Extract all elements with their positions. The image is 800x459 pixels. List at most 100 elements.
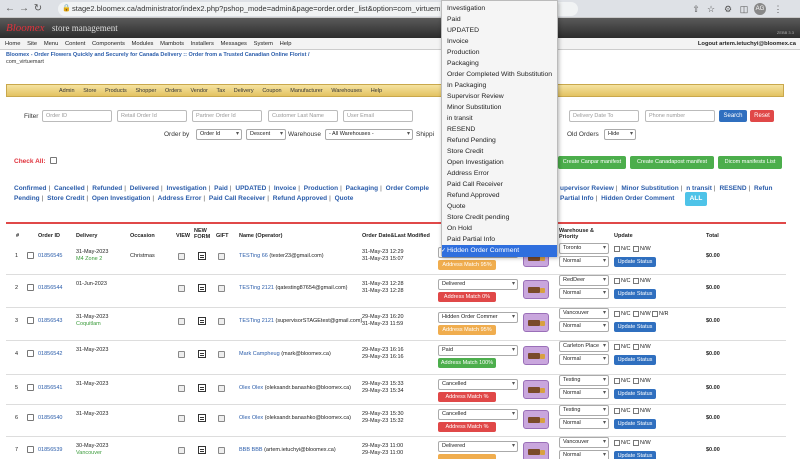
submenu-tax[interactable]: Tax	[217, 85, 226, 97]
forward-icon[interactable]: →	[18, 3, 30, 15]
row-order-id-link[interactable]: 01856540	[38, 415, 62, 421]
menu-mambots[interactable]: Mambots	[160, 38, 184, 50]
sidebar-icon[interactable]: ◫	[738, 3, 750, 15]
menu-messages[interactable]: Messages	[221, 38, 247, 50]
row-order-id-link[interactable]: 01856539	[38, 447, 62, 453]
row-status-select[interactable]: Cancelled	[438, 379, 518, 390]
nc-checkbox[interactable]	[614, 311, 620, 317]
submenu-delivery[interactable]: Delivery	[234, 85, 254, 97]
row-order-id-link[interactable]: 01856545	[38, 253, 62, 259]
nw-checkbox[interactable]	[633, 311, 639, 317]
row-customer-name[interactable]: TESTing 2121 (supervisorSTAGEtest@gmail.…	[239, 318, 362, 324]
delivery-date-to-input[interactable]: Delivery Date To	[569, 110, 639, 122]
status-link-order-completed[interactable]: Order Comple	[386, 185, 429, 192]
row-checkbox[interactable]	[27, 317, 34, 324]
update-status-button[interactable]: Update Status	[614, 389, 656, 399]
nc-checkbox[interactable]	[614, 246, 620, 252]
status-link-hidden-order-comment[interactable]: Hidden Order Comment	[601, 195, 674, 202]
share-icon[interactable]: ⇧	[690, 3, 702, 15]
nc-checkbox[interactable]	[614, 408, 620, 414]
nc-checkbox[interactable]	[614, 344, 620, 350]
extensions-icon[interactable]: ⚙	[722, 3, 734, 15]
user-email-input[interactable]: User Email	[343, 110, 413, 122]
row-customer-name[interactable]: TESTing 2121 (qatesting87654@gmail.com)	[239, 285, 347, 291]
status-link-cancelled[interactable]: Cancelled	[54, 185, 85, 192]
row-checkbox[interactable]	[27, 414, 34, 421]
new-form-icon[interactable]	[198, 317, 206, 325]
row-priority-select[interactable]: Normal	[559, 354, 609, 365]
row-status-select[interactable]: Paid	[438, 345, 518, 356]
row-order-id-link[interactable]: 01856541	[38, 385, 62, 391]
nc-checkbox[interactable]	[614, 278, 620, 284]
status-link-delivered[interactable]: Delivered	[130, 185, 159, 192]
row-status-select[interactable]: Delivered	[438, 441, 518, 452]
gift-icon[interactable]	[218, 385, 225, 392]
status-link-refund-approved[interactable]: Refund Approved	[273, 195, 327, 202]
row-checkbox[interactable]	[27, 384, 34, 391]
menu-installers[interactable]: Installers	[191, 38, 214, 50]
avatar[interactable]: AG	[754, 3, 766, 15]
delivery-truck-icon[interactable]	[523, 346, 549, 365]
row-customer-name[interactable]: TESTing 66 (tester23@gmail.com)	[239, 253, 324, 259]
row-status-select[interactable]: Cancelled	[438, 409, 518, 420]
row-order-id-link[interactable]: 01856543	[38, 318, 62, 324]
status-link-resend[interactable]: RESEND	[719, 185, 746, 192]
row-checkbox[interactable]	[27, 284, 34, 291]
status-dropdown-list[interactable]: Investigation Paid UPDATED Invoice Productio…	[441, 0, 558, 257]
row-priority-select[interactable]: Normal	[559, 388, 609, 399]
gift-icon[interactable]	[218, 318, 225, 325]
status-link-refund[interactable]: Refun	[754, 185, 772, 192]
status-link-pending[interactable]: Pending	[14, 195, 40, 202]
dropdown-option[interactable]: Hidden Order Comment	[441, 245, 557, 257]
status-link-paid[interactable]: Paid	[214, 185, 228, 192]
nw-checkbox[interactable]	[633, 246, 639, 252]
warehouse-select[interactable]: - All Warehouses -	[325, 129, 413, 140]
orderby-dir-select[interactable]: Descent	[246, 129, 286, 140]
view-icon[interactable]	[178, 385, 185, 392]
new-form-icon[interactable]	[198, 414, 206, 422]
delivery-truck-icon[interactable]	[523, 313, 549, 332]
new-form-icon[interactable]	[198, 446, 206, 454]
new-form-icon[interactable]	[198, 284, 206, 292]
status-link-address-error[interactable]: Address Error	[158, 195, 202, 202]
check-all-checkbox[interactable]	[50, 157, 57, 164]
status-link-confirmed[interactable]: Confirmed	[14, 185, 47, 192]
nw-checkbox[interactable]	[633, 378, 639, 384]
partner-order-id-input[interactable]: Partner Order Id	[192, 110, 262, 122]
row-checkbox[interactable]	[27, 252, 34, 259]
row-customer-name[interactable]: Olex Olex (oleksandr.banashko@bloomex.ca…	[239, 415, 351, 421]
status-link-minor-substitution[interactable]: Minor Substitution	[621, 185, 678, 192]
reset-button[interactable]: Reset	[750, 110, 774, 122]
update-status-button[interactable]: Update Status	[614, 289, 656, 299]
update-status-button[interactable]: Update Status	[614, 419, 656, 429]
row-priority-select[interactable]: Normal	[559, 418, 609, 429]
row-priority-select[interactable]: Normal	[559, 256, 609, 267]
status-link-refunded[interactable]: Refunded	[92, 185, 122, 192]
nw-checkbox[interactable]	[633, 344, 639, 350]
view-icon[interactable]	[178, 285, 185, 292]
submenu-manufacturer[interactable]: Manufacturer	[290, 85, 322, 97]
status-link-quote[interactable]: Quote	[335, 195, 354, 202]
search-button[interactable]: Search	[719, 110, 747, 122]
view-icon[interactable]	[178, 415, 185, 422]
canadapost-manifest-button[interactable]: Create Canadapost manifest	[630, 156, 714, 169]
gift-icon[interactable]	[218, 415, 225, 422]
menu-help[interactable]: Help	[280, 38, 292, 50]
gift-icon[interactable]	[218, 447, 225, 454]
row-priority-select[interactable]: Normal	[559, 321, 609, 332]
delivery-truck-icon[interactable]	[523, 442, 549, 459]
all-button[interactable]: ALL	[685, 192, 707, 206]
row-customer-name[interactable]: BBB BBB (artem.ietuchyi@bloomex.ca)	[239, 447, 336, 453]
nr-checkbox[interactable]	[652, 311, 658, 317]
submenu-admin[interactable]: Admin	[59, 85, 75, 97]
nw-checkbox[interactable]	[633, 408, 639, 414]
status-link-production[interactable]: Production	[304, 185, 338, 192]
submenu-orders[interactable]: Orders	[165, 85, 182, 97]
row-priority-select[interactable]: Normal	[559, 288, 609, 299]
status-link-supervisor-review[interactable]: upervisor Review	[560, 185, 614, 192]
delivery-truck-icon[interactable]	[523, 410, 549, 429]
phone-number-input[interactable]: Phone number	[645, 110, 715, 122]
submenu-help[interactable]: Help	[371, 85, 382, 97]
customer-last-name-input[interactable]: Customer Last Name	[268, 110, 338, 122]
submenu-vendor[interactable]: Vendor	[190, 85, 207, 97]
